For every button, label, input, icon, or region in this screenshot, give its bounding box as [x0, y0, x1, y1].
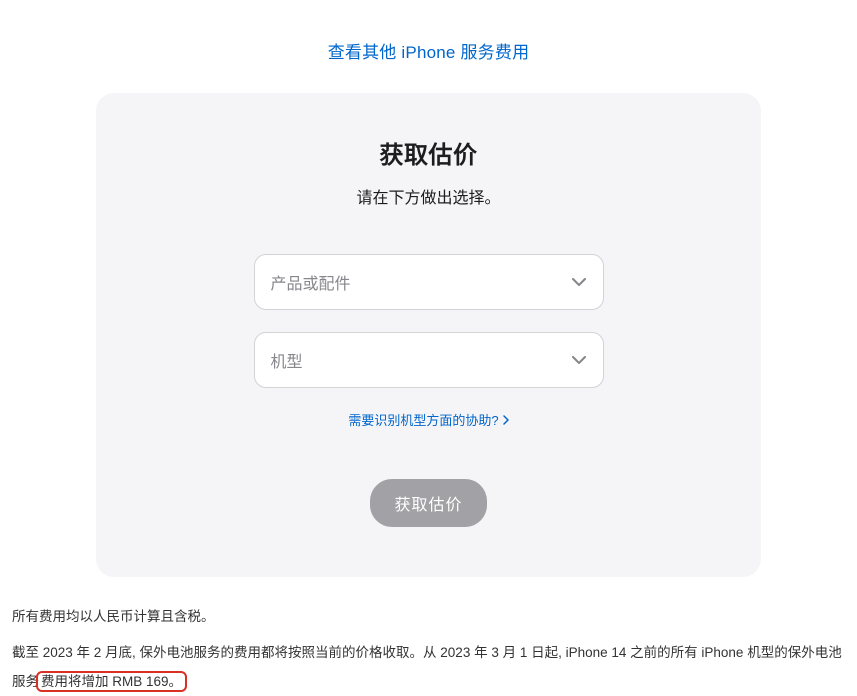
product-select-wrap: 产品或配件	[254, 254, 604, 310]
product-select[interactable]: 产品或配件	[254, 254, 604, 310]
model-select-wrap: 机型	[254, 332, 604, 388]
estimate-card: 获取估价 请在下方做出选择。 产品或配件 机型 需要识别机型方面的协助? 获取估…	[96, 93, 761, 577]
model-select[interactable]: 机型	[254, 332, 604, 388]
identify-model-help-link[interactable]: 需要识别机型方面的协助?	[348, 410, 508, 429]
help-link-label: 需要识别机型方面的协助?	[348, 410, 498, 429]
product-select-placeholder: 产品或配件	[271, 270, 351, 294]
footer-notes: 所有费用均以人民币计算且含税。 截至 2023 年 2 月底, 保外电池服务的费…	[12, 603, 845, 696]
card-title: 获取估价	[136, 135, 721, 170]
get-estimate-button[interactable]: 获取估价	[370, 479, 486, 527]
price-increase-highlight: 费用将增加 RMB 169。	[36, 671, 187, 692]
top-link-container: 查看其他 iPhone 服务费用	[0, 0, 857, 93]
footer-line-1: 所有费用均以人民币计算且含税。	[12, 603, 845, 631]
model-select-placeholder: 机型	[271, 348, 303, 372]
other-service-link[interactable]: 查看其他 iPhone 服务费用	[328, 43, 530, 62]
chevron-right-icon	[503, 415, 509, 425]
footer-line-2: 截至 2023 年 2 月底, 保外电池服务的费用都将按照当前的价格收取。从 2…	[12, 639, 845, 696]
card-subtitle: 请在下方做出选择。	[136, 184, 721, 208]
